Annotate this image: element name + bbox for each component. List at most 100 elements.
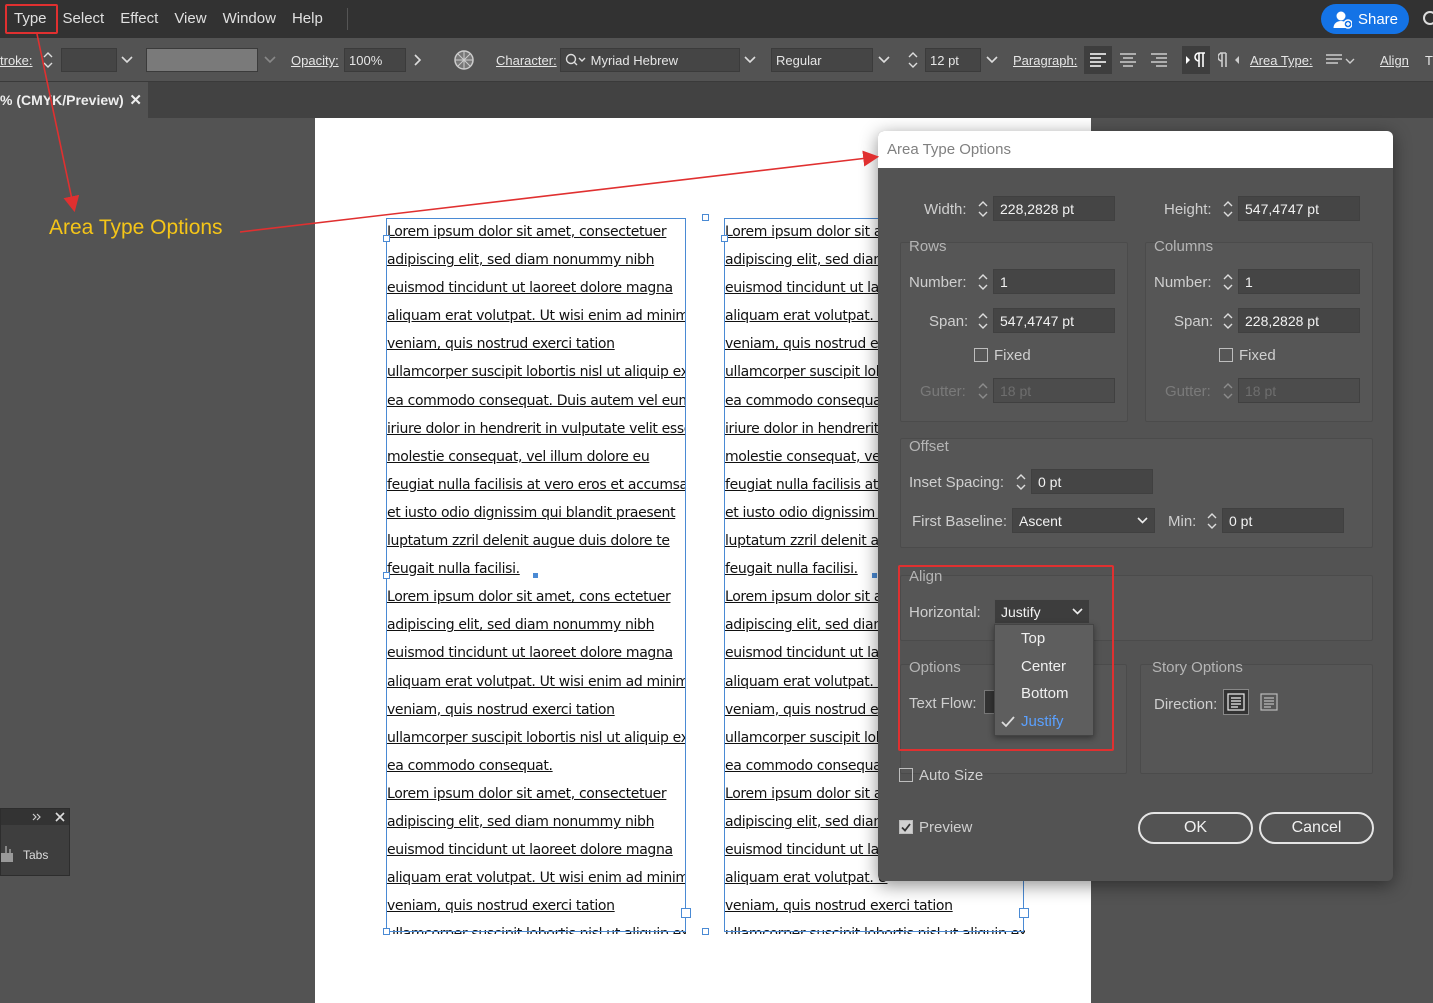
spinner-icon — [1223, 312, 1233, 329]
ok-button[interactable]: OK — [1138, 812, 1253, 844]
width-stepper[interactable] — [973, 196, 993, 221]
menu-view[interactable]: View — [166, 0, 214, 38]
story-options-group — [1140, 664, 1373, 774]
offset-title: Offset — [909, 438, 949, 455]
columns-span-field[interactable]: 228,2828 pt — [1238, 308, 1360, 333]
first-baseline-select[interactable]: Ascent — [1012, 508, 1155, 533]
opacity-arrow[interactable] — [408, 48, 428, 72]
opacity-field[interactable]: 100% — [344, 48, 406, 72]
area-type-options-dialog: Area Type Options Width: 228,2828 pt Hei… — [878, 131, 1393, 881]
rows-title: Rows — [909, 238, 947, 255]
profile-dropdown[interactable] — [260, 48, 280, 72]
document-tab-bar: % (CMYK/Preview) ✕ — [0, 82, 1433, 118]
transform-label-clipped: T — [1425, 53, 1433, 68]
share-button[interactable]: Share — [1321, 4, 1409, 34]
stroke-weight-field[interactable] — [61, 48, 117, 72]
ltr-paragraph-button[interactable] — [1182, 46, 1210, 74]
inset-spacing-field[interactable]: 0 pt — [1031, 469, 1153, 494]
area-type-button[interactable] — [1324, 48, 1358, 72]
document-tab[interactable]: % (CMYK/Preview) ✕ — [0, 82, 148, 118]
out-port-handle[interactable] — [1019, 908, 1029, 918]
spinner-icon — [1223, 200, 1233, 217]
close-icon[interactable] — [55, 812, 65, 822]
tabs-ruler-icon — [1, 846, 13, 862]
selection-handle[interactable] — [383, 928, 390, 935]
paragraph-label[interactable]: Paragraph: — [1013, 53, 1077, 68]
stroke-dropdown[interactable] — [117, 48, 137, 72]
rows-span-stepper[interactable] — [973, 308, 993, 333]
rows-number-field[interactable]: 1 — [993, 269, 1115, 294]
columns-number-stepper[interactable] — [1218, 269, 1238, 294]
selection-handle[interactable] — [702, 928, 709, 935]
inset-spacing-label: Inset Spacing: — [909, 474, 1005, 491]
columns-fixed-checkbox[interactable] — [1219, 348, 1233, 362]
columns-span-label: Span: — [1174, 313, 1214, 330]
height-stepper[interactable] — [1218, 196, 1238, 221]
area-type-label[interactable]: Area Type: — [1250, 53, 1313, 68]
menu-divider — [346, 8, 348, 30]
area-type-icon — [1326, 54, 1355, 64]
align-right-icon — [1151, 53, 1167, 67]
selection-handle[interactable] — [721, 235, 728, 242]
selection-handle[interactable] — [383, 235, 390, 242]
chevron-down-icon — [121, 56, 133, 64]
variable-width-profile[interactable] — [146, 48, 258, 72]
spinner-icon — [1223, 382, 1233, 399]
checkmark-icon — [901, 822, 911, 832]
menu-select[interactable]: Select — [55, 0, 113, 38]
search-icon[interactable] — [1419, 10, 1433, 28]
align-left-button[interactable] — [1084, 46, 1112, 74]
menu-effect[interactable]: Effect — [112, 0, 166, 38]
rtl-paragraph-button[interactable] — [1216, 48, 1242, 72]
rows-gutter-stepper — [973, 378, 993, 403]
selection-handle[interactable] — [702, 214, 709, 221]
preview-checkbox[interactable] — [899, 820, 913, 834]
chevron-down-icon — [878, 56, 890, 64]
menu-window[interactable]: Window — [215, 0, 284, 38]
selection-handle[interactable] — [383, 572, 390, 579]
opacity-label[interactable]: Opacity: — [291, 53, 339, 68]
height-field[interactable]: 547,4747 pt — [1238, 196, 1360, 221]
collapse-icon[interactable] — [32, 813, 42, 821]
columns-fixed-label: Fixed — [1239, 347, 1276, 364]
character-label[interactable]: Character: — [496, 53, 557, 68]
direction-vertical-button[interactable] — [1256, 689, 1282, 715]
align-center-button[interactable] — [1116, 48, 1140, 72]
font-style-field[interactable]: Regular — [771, 48, 873, 72]
font-family-dropdown[interactable] — [740, 48, 760, 72]
out-port-handle[interactable] — [681, 908, 691, 918]
font-size-stepper[interactable] — [903, 48, 923, 72]
align-label[interactable]: Align — [1380, 53, 1409, 68]
inset-spacing-stepper[interactable] — [1011, 469, 1031, 494]
tabs-panel: Tabs — [0, 808, 70, 876]
rows-fixed-checkbox[interactable] — [974, 348, 988, 362]
font-style-dropdown[interactable] — [874, 48, 894, 72]
rows-span-label: Span: — [929, 313, 969, 330]
type-menu-highlight — [5, 4, 58, 34]
spinner-icon — [978, 273, 988, 290]
cancel-button[interactable]: Cancel — [1259, 812, 1374, 844]
align-right-button[interactable] — [1147, 48, 1171, 72]
rows-number-stepper[interactable] — [973, 269, 993, 294]
columns-span-stepper[interactable] — [1218, 308, 1238, 333]
stroke-stepper[interactable] — [38, 48, 58, 72]
min-stepper[interactable] — [1202, 508, 1222, 533]
menu-help[interactable]: Help — [284, 0, 331, 38]
auto-size-checkbox[interactable] — [899, 768, 913, 782]
direction-horizontal-button[interactable] — [1223, 689, 1249, 715]
min-field[interactable]: 0 pt — [1222, 508, 1344, 533]
chevron-down-icon — [1137, 517, 1148, 524]
tabs-label[interactable]: Tabs — [23, 848, 48, 862]
color-wheel-icon — [454, 50, 474, 70]
rows-span-field[interactable]: 547,4747 pt — [993, 308, 1115, 333]
font-family-field[interactable]: Myriad Hebrew — [560, 48, 740, 72]
rtl-paragraph-icon — [1218, 52, 1239, 67]
columns-number-field[interactable]: 1 — [1238, 269, 1360, 294]
close-tab-icon[interactable]: ✕ — [129, 91, 142, 109]
spinner-icon — [1207, 512, 1217, 529]
recolor-artwork-button[interactable] — [452, 48, 476, 72]
columns-title: Columns — [1154, 238, 1214, 255]
font-size-field[interactable]: 12 pt — [925, 48, 981, 72]
font-size-dropdown[interactable] — [982, 48, 1002, 72]
width-field[interactable]: 228,2828 pt — [993, 196, 1115, 221]
